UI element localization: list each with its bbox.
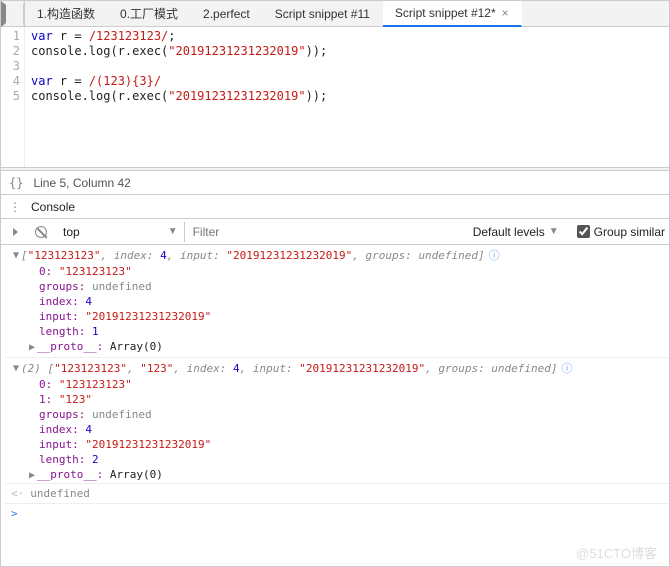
tab-label: Script snippet #12*: [395, 6, 496, 20]
console-toolbar: top ▼ Default levels ▼ Group similar: [1, 219, 669, 245]
snippet-tabs: 1.构造函数 0.工厂模式 2.perfect Script snippet #…: [1, 1, 669, 27]
proto-row[interactable]: __proto__: Array(0): [5, 339, 669, 355]
group-similar-toggle[interactable]: Group similar: [573, 225, 665, 239]
prop-row: length: 1: [5, 324, 669, 339]
status-bar: {} Line 5, Column 42: [1, 171, 669, 195]
prop-row: 1: "123": [5, 392, 669, 407]
run-snippet-button[interactable]: [1, 1, 25, 27]
code-area[interactable]: var r = /123123123/; console.log(r.exec(…: [25, 27, 669, 167]
prop-row: index: 4: [5, 294, 669, 309]
prop-row: groups: undefined: [5, 407, 669, 422]
play-icon: [13, 228, 18, 236]
play-icon: [1, 1, 24, 27]
info-icon[interactable]: ⓘ: [489, 248, 500, 263]
filter-box[interactable]: [191, 223, 371, 241]
log-levels-selector[interactable]: Default levels ▼: [473, 225, 567, 239]
console-output: ["123123123", index: 4, input: "20191231…: [1, 245, 669, 531]
prop-row: input: "20191231231232019": [5, 309, 669, 324]
watermark: @51CTO博客: [576, 543, 657, 562]
code-editor[interactable]: 12345 var r = /123123123/; console.log(r…: [1, 27, 669, 167]
context-selector[interactable]: top ▼: [57, 222, 185, 242]
tab-1[interactable]: 0.工厂模式: [108, 1, 191, 27]
tab-label: 1.构造函数: [37, 5, 95, 22]
log-entry[interactable]: ["123123123", index: 4, input: "20191231…: [5, 247, 669, 264]
levels-label: Default levels: [473, 225, 545, 239]
group-checkbox[interactable]: [577, 225, 590, 238]
array-summary: (2) ["123123123", "123", index: 4, input…: [21, 361, 558, 376]
prop-row: input: "20191231231232019": [5, 437, 669, 452]
chevron-down-icon: ▼: [549, 226, 559, 237]
tab-2[interactable]: 2.perfect: [191, 1, 263, 27]
filter-input[interactable]: [191, 223, 371, 241]
clear-console-button[interactable]: [31, 222, 51, 242]
expand-toggle[interactable]: [11, 248, 21, 263]
tab-label: 0.工厂模式: [120, 5, 178, 22]
pretty-print-icon[interactable]: {}: [9, 176, 23, 190]
info-icon[interactable]: ⓘ: [562, 361, 573, 376]
close-icon[interactable]: ×: [502, 6, 509, 20]
kebab-icon[interactable]: ⋮: [9, 200, 21, 214]
drawer-tab-console[interactable]: Console: [31, 200, 75, 214]
tab-label: Script snippet #11: [275, 7, 370, 21]
prompt-icon: >: [11, 506, 18, 521]
array-summary: ["123123123", index: 4, input: "20191231…: [21, 248, 485, 263]
context-label: top: [63, 225, 80, 239]
chevron-down-icon: ▼: [168, 226, 178, 237]
tab-0[interactable]: 1.构造函数: [25, 1, 108, 27]
line-gutter: 12345: [1, 27, 25, 167]
return-arrow-icon: <·: [11, 486, 24, 501]
expand-toggle[interactable]: [27, 340, 37, 355]
expand-toggle[interactable]: [11, 361, 21, 376]
log-entry[interactable]: (2) ["123123123", "123", index: 4, input…: [5, 360, 669, 377]
tab-label: 2.perfect: [203, 7, 250, 21]
return-value-row: <·undefined: [5, 483, 669, 503]
cursor-position: Line 5, Column 42: [33, 176, 130, 190]
execute-button[interactable]: [5, 222, 25, 242]
group-label: Group similar: [594, 225, 665, 239]
clear-icon: [35, 226, 47, 238]
console-prompt[interactable]: >: [5, 503, 669, 523]
prop-row: length: 2: [5, 452, 669, 467]
prop-row: index: 4: [5, 422, 669, 437]
expand-toggle[interactable]: [27, 468, 37, 483]
prop-row: 0: "123123123": [5, 377, 669, 392]
tab-4[interactable]: Script snippet #12* ×: [383, 1, 522, 27]
drawer-header: ⋮ Console: [1, 195, 669, 219]
proto-row[interactable]: __proto__: Array(0): [5, 467, 669, 483]
tab-3[interactable]: Script snippet #11: [263, 1, 383, 27]
prop-row: 0: "123123123": [5, 264, 669, 279]
prop-row: groups: undefined: [5, 279, 669, 294]
